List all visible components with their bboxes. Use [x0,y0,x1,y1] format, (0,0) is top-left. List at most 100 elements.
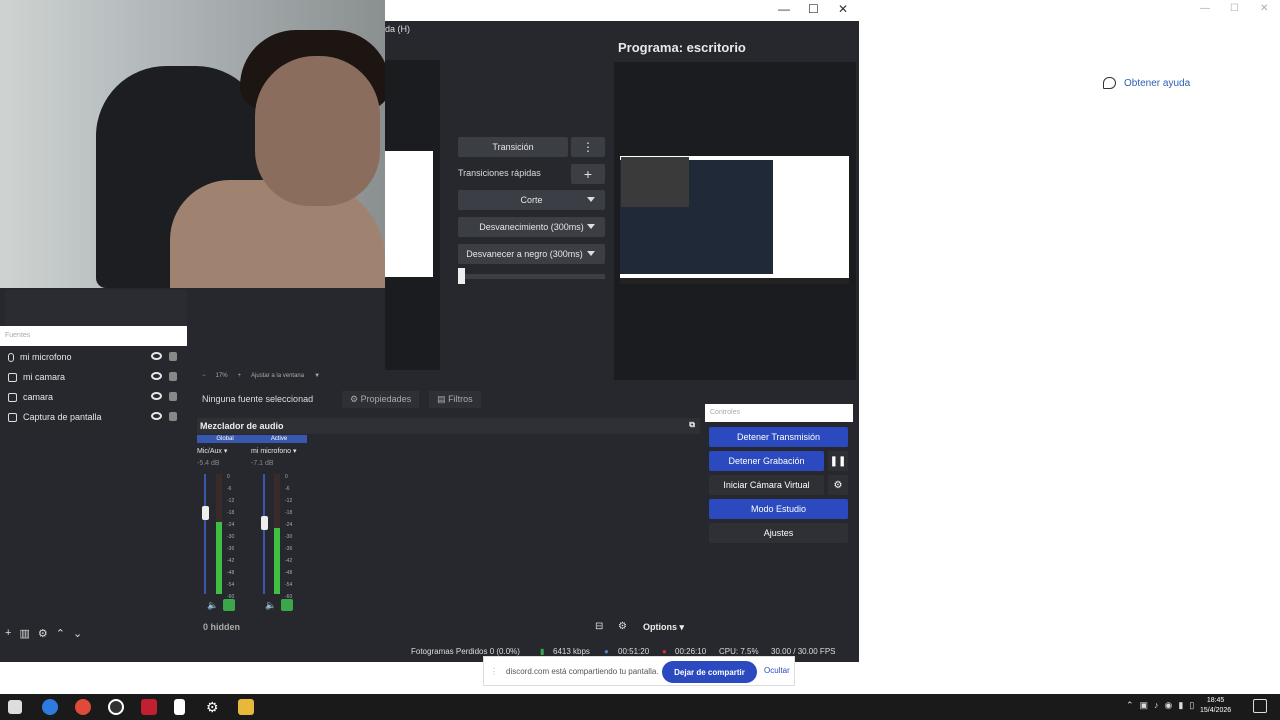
start-virtual-cam-button[interactable]: Iniciar Cámara Virtual [709,475,824,495]
maximize-icon[interactable]: ☐ [1230,3,1239,14]
meter-scale-tick: -24 [227,522,235,528]
fps: 30.00 / 30.00 FPS [771,647,836,656]
close-icon[interactable]: ✕ [1260,3,1268,14]
source-item[interactable]: mi camara [0,368,187,386]
minimize-icon[interactable]: — [778,2,790,16]
minimize-icon[interactable]: — [1200,3,1210,14]
options-button[interactable]: Options ▾ [643,622,684,633]
transition-menu-icon[interactable]: ⋮ [571,137,605,157]
eye-icon[interactable] [151,412,162,420]
t-bar-track[interactable] [458,274,605,279]
meter-scale: 0 -6 -12 -18 -24 -30 -36 -42 -48 -54 -60 [285,471,292,603]
properties-button[interactable]: ⚙ Propiedades [342,390,420,408]
hide-button[interactable]: Ocultar [764,666,790,675]
source-item[interactable]: camara [0,388,187,406]
settings-button[interactable]: Ajustes [709,523,848,543]
source-label: mi camara [23,372,66,382]
get-help-link[interactable]: Obtener ayuda [1103,77,1190,89]
folder-icon[interactable] [238,699,254,715]
layout-icon[interactable]: ⊟ [595,621,603,632]
transition-fade-black[interactable]: Desvanecer a negro (300ms) [458,244,605,264]
webcam-overlay [0,0,385,288]
share-message: discord.com está compartiendo tu pantall… [506,666,659,676]
copilot-icon[interactable] [42,699,58,715]
gear-icon[interactable]: ⚙ [618,621,627,632]
transition-button[interactable]: Transición [458,137,568,157]
eye-icon[interactable] [151,372,162,380]
file-icon[interactable] [174,699,185,715]
obs-icon[interactable] [108,699,124,715]
volume-slider-track[interactable] [204,474,206,594]
headphones-icon[interactable] [223,599,235,611]
maximize-icon[interactable]: ☐ [808,2,819,16]
chevron-down-icon[interactable]: ⌄ [73,627,82,640]
get-help-label: Obtener ayuda [1124,77,1191,89]
eye-icon[interactable] [151,392,162,400]
windows-start-icon[interactable] [8,700,22,714]
trash-icon[interactable]: ▥ [19,627,29,640]
chevron-up-icon[interactable]: ⌃ [56,627,65,640]
settings-gear-icon[interactable]: ⚙ [206,699,222,715]
eye-icon[interactable] [151,352,162,360]
speaker-icon[interactable]: 🔈 [207,600,218,611]
meter-scale-tick: -48 [285,570,293,576]
system-tray-icons[interactable]: ⌃▣♪◉▮▯ [1126,700,1200,711]
meter-scale-tick: 0 [285,474,288,480]
app-icon[interactable] [141,699,157,715]
drag-handle-icon[interactable]: ⋮ [490,667,498,676]
transition-fade[interactable]: Desvanecimiento (300ms) [458,217,605,237]
zoom-in-button[interactable]: + [238,373,242,379]
source-item[interactable]: mi microfono [0,348,187,366]
channel-name[interactable]: Mic/Aux ▾ [197,447,253,455]
meter-scale-tick: -30 [285,534,293,540]
headphones-icon[interactable] [281,599,293,611]
sources-panel: mi microfono mi camara camara Captura de… [0,346,187,642]
record-time: 00:26:10 [675,647,707,656]
notifications-icon[interactable] [1253,699,1267,713]
gear-icon[interactable]: ⚙ [828,475,848,495]
speaker-icon[interactable]: 🔈 [265,600,276,611]
chevron-down-icon[interactable]: ▼ [314,373,320,379]
volume-slider-track[interactable] [263,474,265,594]
stop-sharing-button[interactable]: Dejar de compartir [662,661,757,683]
filters-button[interactable]: ▤ Filtros [429,390,481,408]
quick-transitions-label: Transiciones rápidas [458,168,541,178]
channel-name[interactable]: mi microfono ▾ [251,447,307,455]
stop-stream-button[interactable]: Detener Transmisión [709,427,848,447]
lock-icon[interactable] [169,352,177,361]
zoom-out-button[interactable]: − [202,373,206,379]
transition-cut[interactable]: Corte [458,190,605,210]
t-bar-handle[interactable] [458,268,465,284]
signal-icon: ▮ [540,647,545,656]
chrome-icon[interactable] [75,699,91,715]
source-label: Captura de pantalla [23,412,102,422]
program-title: Programa: escritorio [618,40,746,55]
volume-slider-handle[interactable] [261,516,268,531]
fit-window-button[interactable]: Ajustar a la ventana [251,373,304,379]
menu-help[interactable]: da (H) [385,24,410,34]
undock-icon[interactable]: ⧉ [689,420,695,430]
stop-record-button[interactable]: Detener Grabación [709,451,824,471]
lock-icon[interactable] [169,372,177,381]
chevron-down-icon [587,197,595,202]
lock-icon[interactable] [169,392,177,401]
volume-slider-handle[interactable] [202,505,209,520]
clock[interactable]: 18:45 15/4/2026 [1200,696,1231,716]
channel-tag: Global [197,435,253,443]
studio-mode-button[interactable]: Modo Estudio [709,499,848,519]
meter-scale-tick: -36 [227,546,235,552]
add-icon[interactable]: + [5,627,11,639]
stream-icon: ● [604,647,609,656]
webcam-person-head [255,56,380,206]
level-meter-fill [216,522,222,594]
microphone-icon [8,352,14,362]
gear-icon[interactable]: ⚙ [38,627,48,640]
add-transition-icon[interactable]: + [571,164,605,184]
source-item[interactable]: Captura de pantalla [0,408,187,426]
lock-icon[interactable] [169,412,177,421]
pause-icon[interactable]: ❚❚ [828,451,848,471]
meter-scale-tick: -24 [285,522,293,528]
mixer-title-label: Mezclador de audio [200,421,284,431]
close-icon[interactable]: ✕ [838,2,848,16]
hidden-count: 0 hidden [203,622,241,632]
